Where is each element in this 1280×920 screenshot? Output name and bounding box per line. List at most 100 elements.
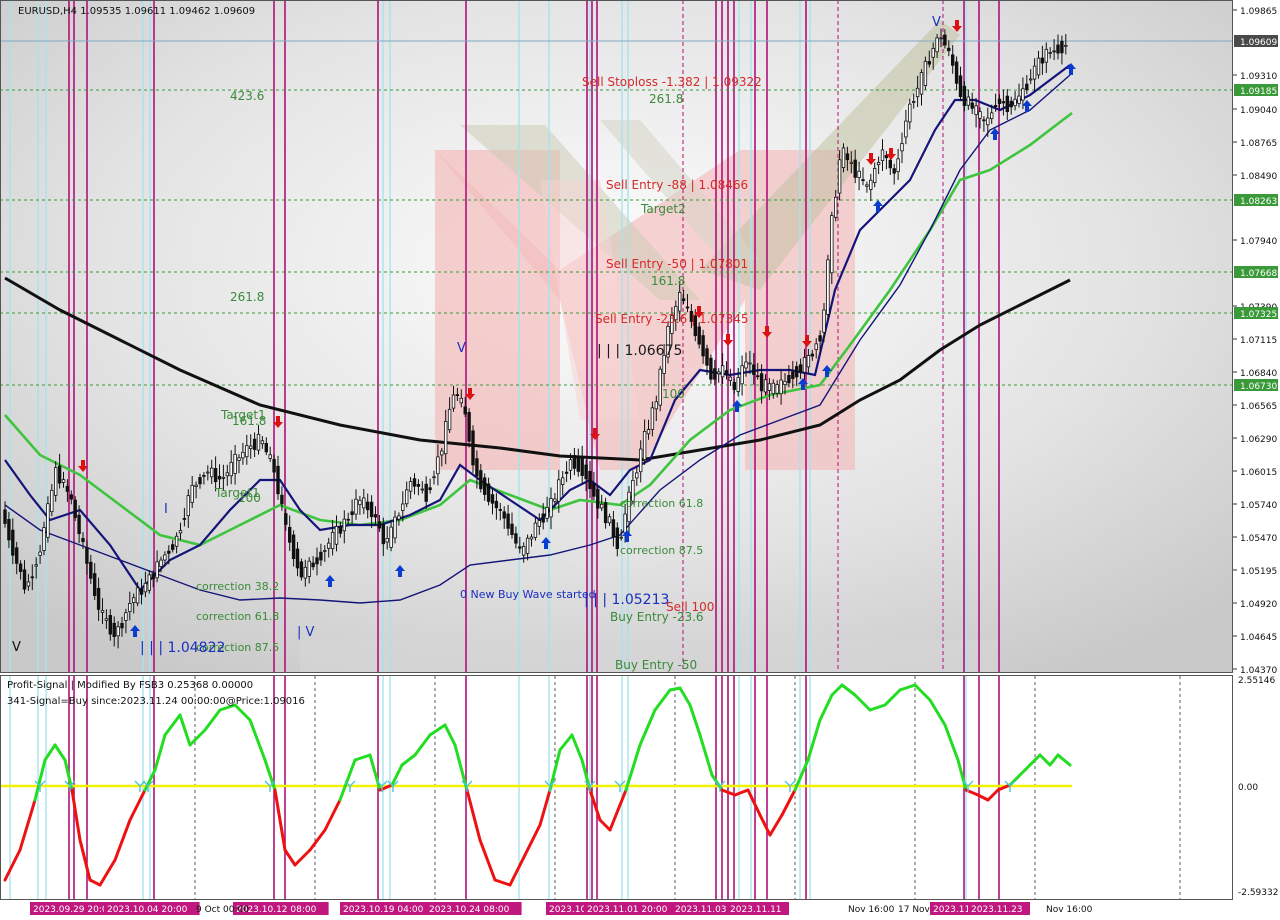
price-tick-label: 1.07115 <box>1240 336 1277 346</box>
candle-body <box>342 518 346 532</box>
price-level-text: 1.07668 <box>1240 269 1277 279</box>
candle-body <box>22 569 27 590</box>
candle-body <box>1044 48 1048 63</box>
candle-body <box>1040 57 1045 64</box>
candle-body <box>541 513 545 523</box>
candle-body <box>159 559 163 567</box>
candle-body <box>381 523 385 545</box>
candle-body <box>85 547 89 564</box>
price-chart: Sell Stoploss -1.382 | 1.09322 Sell Entr… <box>0 0 1280 920</box>
candle-body <box>759 373 764 392</box>
candle-body <box>740 365 744 385</box>
candle-body <box>506 513 510 529</box>
candle-body <box>935 37 939 53</box>
candle-body <box>486 483 491 502</box>
candle-body <box>1032 65 1037 80</box>
candle-body <box>705 348 709 366</box>
candle-body <box>685 306 690 309</box>
candle-body <box>798 364 803 373</box>
candle-body <box>498 509 502 511</box>
candle-body <box>326 542 331 549</box>
candle-body <box>42 527 46 551</box>
candle-body <box>124 612 128 621</box>
candle-body <box>888 159 892 169</box>
candle-body <box>475 458 479 477</box>
candle-body <box>459 397 463 404</box>
candle-body <box>545 506 549 519</box>
candle-body <box>502 511 506 519</box>
oscillator-segment <box>668 686 682 692</box>
candle-body <box>354 498 358 515</box>
candle-body <box>635 472 639 479</box>
price-tick-label: 1.05740 <box>1240 501 1277 511</box>
annotation-sell-entry-50: Sell Entry -50 | 1.07801 <box>606 257 748 271</box>
level-105213: | | | 1.05213 <box>584 592 669 608</box>
candle-body <box>108 615 112 635</box>
price-level-text: 1.08263 <box>1240 197 1277 207</box>
candle-body <box>619 536 623 539</box>
candle-body <box>287 526 292 543</box>
candle-body <box>986 117 990 126</box>
candle-body <box>748 362 752 365</box>
price-tick-label: 1.06840 <box>1240 369 1277 379</box>
candle-body <box>892 168 896 174</box>
symbol-header: EURUSD,H4 1.09535 1.09611 1.09462 1.0960… <box>18 6 255 17</box>
candle-body <box>880 149 885 162</box>
candle-body <box>291 534 296 560</box>
candle-body <box>455 394 460 396</box>
price-tick-label: 1.08765 <box>1240 139 1277 149</box>
candle-body <box>30 576 34 579</box>
candle-body <box>1025 83 1029 91</box>
candle-body <box>170 544 175 550</box>
candle-body <box>756 375 760 378</box>
candle-body <box>837 159 842 194</box>
correction-61-mid: correction 61.8 <box>620 497 703 510</box>
candle-body <box>369 501 374 518</box>
candle-body <box>1056 44 1060 54</box>
price-tick-label: 1.04370 <box>1240 666 1277 676</box>
candle-body <box>1009 100 1013 108</box>
candle-body <box>1005 95 1009 112</box>
candle-body <box>268 454 272 459</box>
candle-body <box>787 375 791 384</box>
fib-100-mid: 100 <box>662 387 685 401</box>
candle-body <box>849 161 853 164</box>
price-level-text: 1.06730 <box>1240 382 1277 392</box>
candle-body <box>522 546 526 556</box>
candle-body <box>525 537 530 554</box>
candle-body <box>845 153 850 161</box>
candle-body <box>408 481 413 492</box>
candle-body <box>997 98 1002 104</box>
candle-body <box>553 498 557 502</box>
correction-87-mid: correction 87.5 <box>620 544 703 557</box>
candle-body <box>791 371 795 379</box>
candle-body <box>533 522 538 538</box>
candle-body <box>401 503 405 511</box>
wave-mark-iv: | V <box>297 625 315 640</box>
candle-body <box>720 365 725 378</box>
candle-body <box>229 461 233 477</box>
candle-body <box>155 561 159 579</box>
candle-body <box>209 467 214 478</box>
candle-body <box>116 626 120 637</box>
candle-body <box>346 518 350 521</box>
candle-body <box>873 168 877 184</box>
candle-body <box>834 196 838 218</box>
level-106675: | | | 1.06675 <box>597 343 682 359</box>
candle-body <box>233 453 237 474</box>
candle-body <box>978 111 982 119</box>
candle-body <box>194 484 198 487</box>
price-tick-label: 1.04645 <box>1240 633 1277 643</box>
price-tick-label: 1.05195 <box>1240 567 1277 577</box>
candle-body <box>467 411 471 442</box>
candle-body <box>826 259 830 315</box>
candle-body <box>373 514 378 518</box>
correction-61-left: correction 61.8 <box>196 610 279 623</box>
candle-body <box>615 527 619 549</box>
candle-body <box>350 511 354 516</box>
candle-body <box>830 215 834 274</box>
price-axis-bg <box>1233 0 1280 920</box>
candle-body <box>537 520 541 527</box>
candle-body <box>479 470 483 490</box>
candle-body <box>358 499 362 506</box>
